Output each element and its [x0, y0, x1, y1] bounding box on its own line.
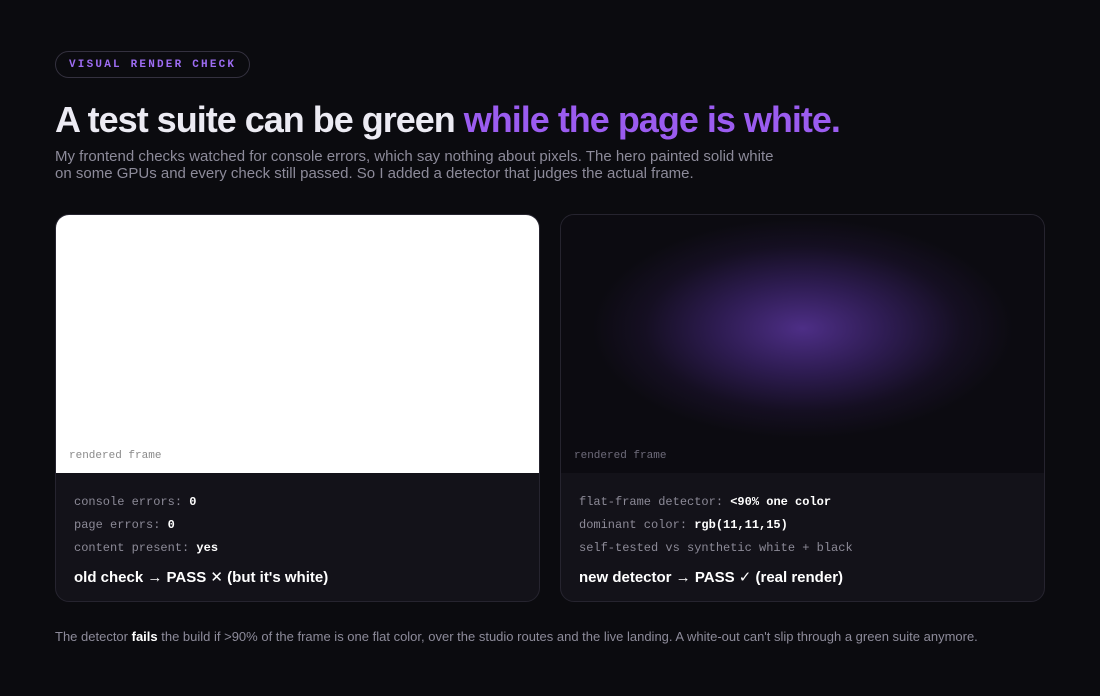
frame-label: rendered frame: [574, 450, 667, 462]
dark-rendered-frame: rendered frame: [561, 215, 1044, 473]
new-detector-verdict: new detector → PASS ✓ (real render): [579, 569, 844, 586]
stat-label: dominant color:: [579, 518, 695, 532]
page-headline: A test suite can be green while the page…: [55, 98, 841, 142]
stat-value: rgb(11,11,15): [694, 518, 788, 532]
stat-label: content present:: [74, 541, 197, 555]
headline-accent: while the page is white.: [463, 99, 841, 140]
stat-value: yes: [196, 541, 219, 555]
footer-text-after: the build if >90% of the frame is one fl…: [157, 629, 978, 644]
stat-label: flat-frame detector:: [579, 495, 731, 509]
stat-value: 0: [167, 518, 175, 532]
stat-page-errors: page errors: 0: [74, 514, 521, 537]
old-check-stats: console errors: 0 page errors: 0 content…: [56, 473, 539, 586]
stat-flat-frame-detector: flat-frame detector: <90% one color: [579, 491, 1026, 514]
stat-content-present: content present: yes: [74, 537, 521, 560]
stat-label: page errors:: [74, 518, 168, 532]
white-rendered-frame: rendered frame: [56, 215, 539, 473]
frame-label: rendered frame: [69, 450, 162, 462]
footer-text-before: The detector: [55, 629, 132, 644]
old-check-card: rendered frame console errors: 0 page er…: [55, 214, 540, 602]
stat-self-tested: self-tested vs synthetic white + black: [579, 537, 1026, 560]
footer-text-strong: fails: [131, 629, 158, 644]
old-check-verdict: old check → PASS ✕ (but it's white): [74, 569, 329, 586]
stat-label: self-tested vs synthetic white + black: [579, 541, 853, 555]
stat-label: console errors:: [74, 495, 190, 509]
page-subtitle: My frontend checks watched for console e…: [55, 148, 774, 182]
footer-note: The detector fails the build if >90% of …: [55, 629, 978, 644]
stat-value: 0: [189, 495, 197, 509]
new-detector-stats: flat-frame detector: <90% one color domi…: [561, 473, 1044, 586]
stat-dominant-color: dominant color: rgb(11,11,15): [579, 514, 1026, 537]
new-detector-card: rendered frame flat-frame detector: <90%…: [560, 214, 1045, 602]
stat-value: <90% one color: [730, 495, 832, 509]
stat-console-errors: console errors: 0: [74, 491, 521, 514]
headline-plain: A test suite can be green: [55, 99, 464, 140]
section-badge: VISUAL RENDER CHECK: [55, 51, 251, 78]
